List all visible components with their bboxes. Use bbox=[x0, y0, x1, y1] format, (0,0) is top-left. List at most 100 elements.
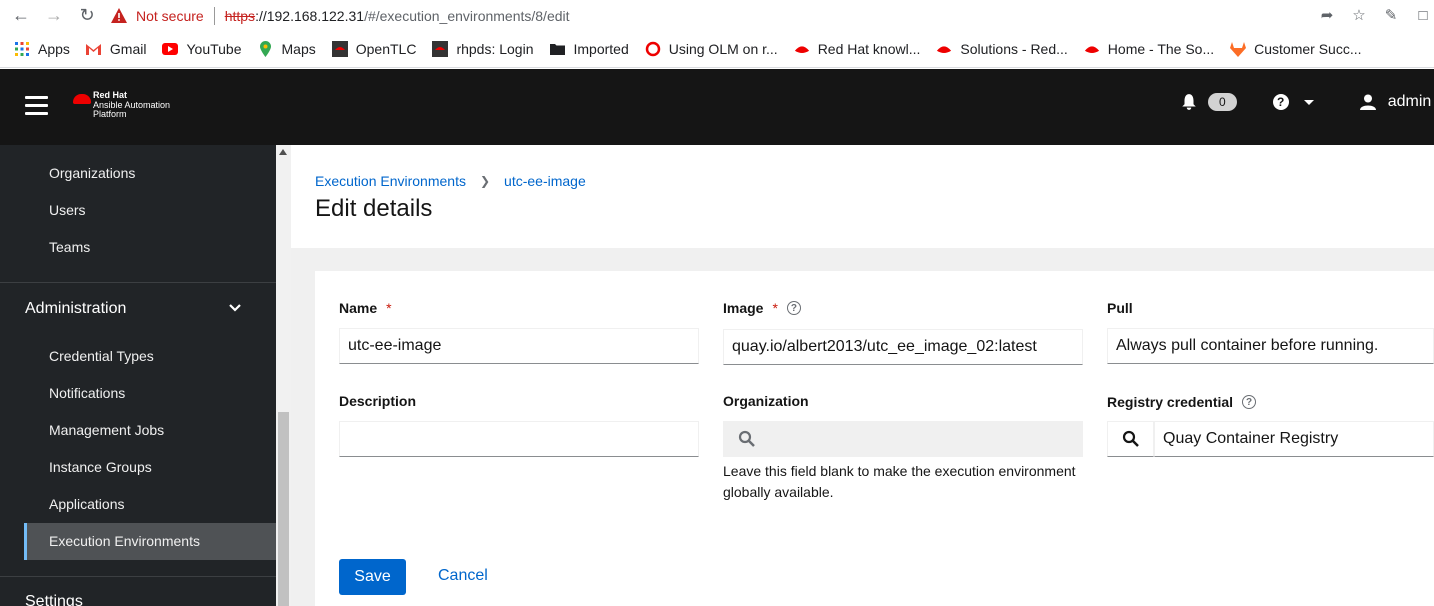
edit-form-card: Name * Image * ? Pull utc-ee-image quay.io… bbox=[315, 271, 1434, 606]
logo-product-suffix: Platform bbox=[93, 109, 127, 119]
sidebar-item-notifications[interactable]: Notifications bbox=[49, 385, 125, 401]
share-icon[interactable]: ➦ bbox=[1316, 4, 1338, 26]
sidebar-item-organizations[interactable]: Organizations bbox=[49, 165, 135, 181]
description-input[interactable] bbox=[339, 421, 699, 457]
bookmark-home[interactable]: Home - The So... bbox=[1084, 41, 1214, 57]
bookmark-label: Customer Succ... bbox=[1254, 41, 1362, 57]
sidebar-divider bbox=[0, 576, 276, 577]
image-label: Image * ? bbox=[723, 300, 801, 316]
bookmark-customer[interactable]: Customer Succ... bbox=[1230, 41, 1362, 57]
bookmark-label: Solutions - Red... bbox=[960, 41, 1068, 57]
window-icon[interactable]: □ bbox=[1412, 4, 1434, 26]
breadcrumb-current[interactable]: utc-ee-image bbox=[504, 173, 586, 189]
hamburger-menu-icon[interactable] bbox=[25, 96, 48, 116]
chevron-down-icon[interactable] bbox=[229, 302, 241, 314]
app-logo[interactable]: Red Hat Ansible Automation Platform bbox=[73, 90, 170, 120]
chevron-down-icon[interactable] bbox=[1303, 99, 1314, 105]
sidebar-item-applications[interactable]: Applications bbox=[49, 496, 125, 512]
pull-label: Pull bbox=[1107, 300, 1133, 316]
save-button[interactable]: Save bbox=[339, 559, 406, 595]
breadcrumb-execution-environments[interactable]: Execution Environments bbox=[315, 173, 466, 189]
redhat-logo-icon bbox=[73, 94, 91, 104]
gmail-icon bbox=[86, 41, 102, 57]
page-title: Edit details bbox=[315, 195, 433, 222]
registry-search-button[interactable] bbox=[1107, 421, 1154, 457]
reload-icon[interactable]: ↻ bbox=[76, 4, 98, 26]
not-secure-label: Not secure bbox=[136, 7, 204, 24]
bookmark-label: rhpds: Login bbox=[456, 41, 534, 57]
sidebar-item-teams[interactable]: Teams bbox=[49, 239, 90, 255]
app-header: Red Hat Ansible Automation Platform 0 ? … bbox=[0, 69, 1434, 145]
bookmark-maps[interactable]: Maps bbox=[258, 41, 316, 57]
bookmark-solutions[interactable]: Solutions - Red... bbox=[936, 41, 1068, 57]
bookmark-label: Maps bbox=[281, 41, 316, 57]
pull-select[interactable]: Always pull container before running. bbox=[1107, 328, 1434, 364]
organization-lookup[interactable] bbox=[723, 421, 1083, 457]
bookmark-label: Using OLM on r... bbox=[668, 41, 778, 57]
bookmark-gmail[interactable]: Gmail bbox=[86, 41, 147, 57]
sidebar-divider bbox=[0, 282, 276, 283]
bookmark-apps[interactable]: Apps bbox=[14, 41, 70, 57]
page-header: Execution Environments ❯ utc-ee-image Ed… bbox=[291, 145, 1434, 248]
user-icon bbox=[1359, 94, 1376, 110]
bookmark-rhpds[interactable]: rhpds: Login bbox=[432, 41, 534, 57]
bookmark-label: YouTube bbox=[186, 41, 242, 57]
star-icon[interactable]: ☆ bbox=[1348, 4, 1370, 26]
sidebar-nav: Organizations Users Teams Administration… bbox=[0, 145, 276, 606]
image-input[interactable]: quay.io/albert2013/utc_ee_image_02:lates… bbox=[723, 329, 1083, 365]
apps-grid-icon bbox=[14, 41, 30, 57]
organization-label: Organization bbox=[723, 393, 809, 409]
maps-icon bbox=[258, 41, 274, 57]
name-label: Name * bbox=[339, 300, 392, 316]
redhat-hat-icon bbox=[794, 41, 810, 57]
help-circle-icon[interactable]: ? bbox=[786, 301, 801, 315]
bookmark-label: Apps bbox=[38, 41, 70, 57]
bookmark-youtube[interactable]: YouTube bbox=[162, 41, 242, 57]
sidebar-item-execution-environments[interactable]: Execution Environments bbox=[49, 533, 200, 549]
sidebar-item-management-jobs[interactable]: Management Jobs bbox=[49, 422, 164, 438]
bookmark-label: Imported bbox=[573, 41, 629, 57]
chevron-right-icon: ❯ bbox=[479, 174, 491, 188]
url-host: ://192.168.122.31 bbox=[255, 7, 365, 24]
sidebar-item-users[interactable]: Users bbox=[49, 202, 86, 218]
bookmark-rh-knowledge[interactable]: Red Hat knowl... bbox=[794, 41, 921, 57]
address-bar[interactable]: Not secure https://192.168.122.31/#/exec… bbox=[110, 0, 1380, 31]
search-icon[interactable] bbox=[738, 430, 756, 448]
youtube-icon bbox=[162, 41, 179, 57]
forward-arrow-icon[interactable]: → bbox=[43, 4, 65, 26]
bell-icon[interactable] bbox=[1180, 93, 1198, 111]
scroll-up-arrow-icon[interactable] bbox=[279, 149, 287, 155]
search-icon bbox=[1122, 430, 1139, 447]
registry-credential-input[interactable]: Quay Container Registry bbox=[1154, 421, 1434, 457]
redhat-hat-icon bbox=[1084, 41, 1100, 57]
breadcrumb: Execution Environments ❯ utc-ee-image bbox=[315, 173, 586, 189]
registry-credential-label: Registry credential ? bbox=[1107, 394, 1257, 410]
sidebar-group-administration[interactable]: Administration bbox=[25, 300, 126, 318]
back-arrow-icon[interactable]: ← bbox=[10, 4, 32, 26]
help-icon[interactable]: ? bbox=[1272, 94, 1289, 110]
sidebar-item-instance-groups[interactable]: Instance Groups bbox=[49, 459, 152, 475]
user-menu[interactable]: admin bbox=[1388, 93, 1432, 111]
notification-count-badge[interactable]: 0 bbox=[1208, 93, 1237, 111]
bookmark-opentlc[interactable]: OpenTLC bbox=[331, 41, 417, 57]
extensions-icon[interactable]: ✎ bbox=[1380, 4, 1402, 26]
sidebar-item-credential-types[interactable]: Credential Types bbox=[49, 348, 154, 364]
cancel-button[interactable]: Cancel bbox=[438, 567, 488, 585]
scrollbar-thumb[interactable] bbox=[278, 412, 289, 606]
bookmark-imported[interactable]: Imported bbox=[550, 41, 629, 57]
organization-helper-text: Leave this field blank to make the execu… bbox=[723, 463, 1076, 500]
required-mark: * bbox=[386, 300, 392, 316]
bookmark-label: Red Hat knowl... bbox=[817, 41, 921, 57]
redhat-icon bbox=[432, 41, 449, 57]
sidebar-group-settings[interactable]: Settings bbox=[25, 593, 83, 606]
main-content: Execution Environments ❯ utc-ee-image Ed… bbox=[291, 145, 1434, 606]
sidebar-scrollbar[interactable] bbox=[276, 145, 291, 606]
bookmark-label: Gmail bbox=[109, 41, 147, 57]
bookmark-label: OpenTLC bbox=[355, 41, 417, 57]
url-separator bbox=[213, 6, 215, 25]
help-circle-icon[interactable]: ? bbox=[1242, 395, 1257, 409]
browser-toolbar: ← → ↻ Not secure https://192.168.122.31/… bbox=[0, 0, 1434, 31]
bookmark-olm[interactable]: Using OLM on r... bbox=[645, 41, 778, 57]
url-path: /#/execution_environments/8/edit bbox=[364, 7, 570, 24]
name-input[interactable]: utc-ee-image bbox=[339, 328, 699, 364]
